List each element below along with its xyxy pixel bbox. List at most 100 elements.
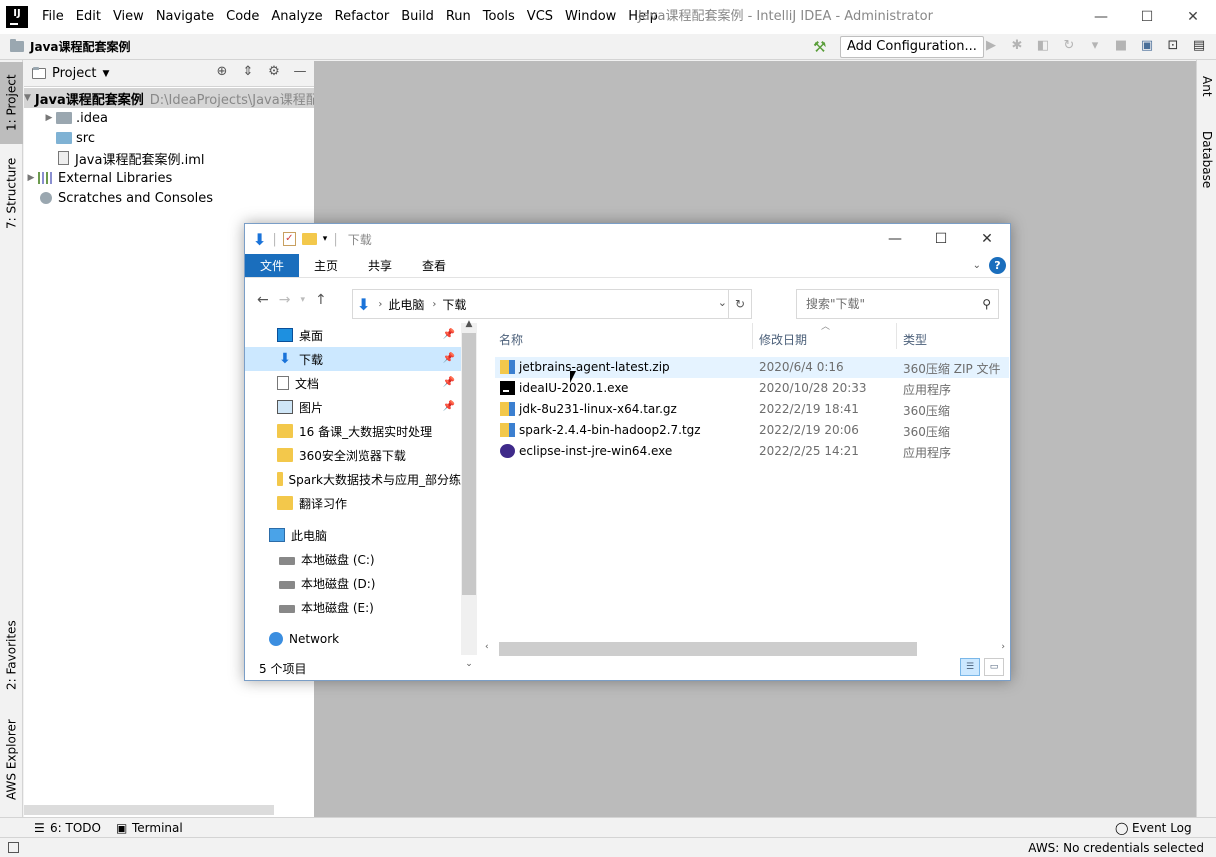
tree-item-external-libraries[interactable]: ▶ External Libraries <box>24 168 314 188</box>
menu-code[interactable]: Code <box>220 0 265 34</box>
chevron-right-icon[interactable]: › <box>378 299 382 310</box>
menu-navigate[interactable]: Navigate <box>150 0 220 34</box>
tab-structure[interactable]: 7: Structure <box>0 152 23 234</box>
debug-icon[interactable]: ✱ <box>1006 38 1028 53</box>
back-arrow-icon[interactable]: ← <box>257 292 269 308</box>
pin-icon[interactable]: 📌 <box>443 401 455 412</box>
more-run-dropdown-icon[interactable]: ▾ <box>1084 38 1106 53</box>
collapsed-arrow-icon[interactable]: ▶ <box>42 113 56 123</box>
tab-ant[interactable]: Ant <box>1197 66 1216 106</box>
project-structure-icon[interactable]: ▣ <box>1136 38 1158 53</box>
search-input[interactable]: 搜索"下载" ⚲ <box>796 289 999 319</box>
scrollbar-thumb[interactable] <box>462 333 476 595</box>
tab-favorites[interactable]: 2: Favorites <box>0 610 23 700</box>
refresh-icon[interactable]: ↻ <box>728 289 752 319</box>
nav-item-folder[interactable]: 翻译习作 <box>245 491 461 515</box>
nav-item-drive-e[interactable]: 本地磁盘 (E:) <box>245 595 477 619</box>
help-icon[interactable]: ? <box>989 257 1006 274</box>
tab-view[interactable]: 查看 <box>407 254 461 277</box>
menu-refactor[interactable]: Refactor <box>329 0 396 34</box>
nav-item-folder[interactable]: 16 备课_大数据实时处理 <box>245 419 461 443</box>
file-list-horizontal-scrollbar[interactable]: ‹ › <box>485 642 1005 656</box>
pin-icon[interactable]: 📌 <box>443 353 455 364</box>
nav-item-folder[interactable]: Spark大数据技术与应用_部分练 <box>245 467 461 491</box>
breadcrumb-downloads[interactable]: 下载 <box>442 296 466 313</box>
collapse-all-icon[interactable]: ⇕ <box>238 64 258 79</box>
scroll-down-icon[interactable]: ⌄ <box>461 659 477 669</box>
new-folder-icon[interactable] <box>301 233 317 245</box>
menu-tools[interactable]: Tools <box>477 0 521 34</box>
explorer-minimize-button[interactable]: — <box>872 224 918 254</box>
breadcrumb[interactable]: Java课程配套案例 <box>10 38 130 55</box>
tree-item-scratches[interactable]: Scratches and Consoles <box>24 188 314 208</box>
table-row[interactable]: eclipse-inst-jre-win64.exe 2022/2/25 14:… <box>495 441 1009 462</box>
nav-item-drive-d[interactable]: 本地磁盘 (D:) <box>245 571 477 595</box>
tab-database[interactable]: Database <box>1197 124 1216 196</box>
properties-icon[interactable]: ✓ <box>282 232 296 246</box>
pin-icon[interactable]: 📌 <box>443 377 455 388</box>
large-icons-view-icon[interactable]: ▭ <box>984 658 1004 676</box>
expand-ribbon-icon[interactable]: ⌄ <box>973 260 981 271</box>
nav-item-network[interactable]: Network <box>245 627 477 651</box>
build-hammer-icon[interactable]: ⚒ <box>813 38 826 56</box>
table-row[interactable]: jdk-8u231-linux-x64.tar.gz 2022/2/19 18:… <box>495 399 1009 420</box>
tab-aws-explorer[interactable]: AWS Explorer <box>0 710 23 810</box>
expanded-arrow-icon[interactable]: ▼ <box>24 93 31 103</box>
horizontal-scrollbar[interactable] <box>24 805 274 815</box>
up-arrow-icon[interactable]: ↑ <box>315 292 327 308</box>
nav-item-desktop[interactable]: 桌面 📌 <box>245 323 477 347</box>
collapsed-arrow-icon[interactable]: ▶ <box>24 173 38 183</box>
tab-todo[interactable]: 6: TODO <box>50 821 101 835</box>
minimize-button[interactable]: — <box>1078 0 1124 34</box>
column-header-date[interactable]: 修改日期 <box>759 331 807 348</box>
stop-icon[interactable]: ■ <box>1110 38 1132 53</box>
table-row[interactable]: spark-2.4.4-bin-hadoop2.7.tgz 2022/2/19 … <box>495 420 1009 441</box>
menu-file[interactable]: File <box>36 0 70 34</box>
nav-item-drive-c[interactable]: 本地磁盘 (C:) <box>245 547 477 571</box>
menu-run[interactable]: Run <box>440 0 477 34</box>
menu-analyze[interactable]: Analyze <box>265 0 328 34</box>
run-icon[interactable]: ▶ <box>980 38 1002 53</box>
menu-build[interactable]: Build <box>395 0 440 34</box>
nav-item-folder[interactable]: 360安全浏览器下载 <box>245 443 461 467</box>
maximize-button[interactable]: ☐ <box>1124 0 1170 34</box>
menu-window[interactable]: Window <box>559 0 622 34</box>
chevron-down-icon[interactable]: ▼ <box>102 69 109 79</box>
locate-file-icon[interactable]: ⊕ <box>212 64 232 79</box>
aws-status[interactable]: AWS: No credentials selected <box>1028 841 1204 855</box>
pin-icon[interactable]: 📌 <box>443 329 455 340</box>
tab-share[interactable]: 共享 <box>353 254 407 277</box>
chevron-down-icon[interactable]: ⌄ <box>718 296 727 309</box>
tree-item-idea[interactable]: ▶ .idea <box>24 108 314 128</box>
nav-item-this-pc[interactable]: 此电脑 <box>245 523 477 547</box>
menu-edit[interactable]: Edit <box>70 0 107 34</box>
tab-terminal[interactable]: Terminal <box>132 821 183 835</box>
forward-arrow-icon[interactable]: → <box>279 292 291 308</box>
coverage-icon[interactable]: ◧ <box>1032 38 1054 53</box>
gear-icon[interactable]: ⚙ <box>264 64 284 79</box>
breadcrumb-this-pc[interactable]: 此电脑 <box>388 296 424 313</box>
toggle-tool-windows-icon[interactable] <box>8 842 19 853</box>
scrollbar-thumb[interactable] <box>499 642 917 656</box>
customize-dropdown-icon[interactable]: ▾ <box>323 234 328 244</box>
close-button[interactable]: ✕ <box>1170 0 1216 34</box>
chevron-right-icon[interactable]: › <box>432 299 436 310</box>
column-header-type[interactable]: 类型 <box>903 331 927 348</box>
search-everywhere-icon[interactable]: ▤ <box>1188 38 1210 53</box>
explorer-maximize-button[interactable]: ☐ <box>918 224 964 254</box>
navigation-pane-scrollbar[interactable]: ▲ ⌄ <box>461 319 477 669</box>
scroll-left-icon[interactable]: ‹ <box>485 642 489 652</box>
nav-item-downloads[interactable]: ⬇ 下载 📌 <box>245 347 461 371</box>
hide-panel-icon[interactable]: — <box>290 64 310 79</box>
tab-project[interactable]: 1: Project <box>0 62 23 144</box>
address-bar[interactable]: ⬇ › 此电脑 › 下载 ⌄ ↻ <box>352 289 752 319</box>
column-header-name[interactable]: 名称 <box>499 331 523 348</box>
project-view-selector[interactable]: Project <box>52 66 96 81</box>
add-configuration-button[interactable]: Add Configuration... <box>840 36 984 58</box>
tab-file[interactable]: 文件 <box>245 254 300 277</box>
presentation-icon[interactable]: ⊡ <box>1162 38 1184 53</box>
profile-icon[interactable]: ↻ <box>1058 38 1080 53</box>
menu-vcs[interactable]: VCS <box>521 0 559 34</box>
nav-item-documents[interactable]: 文档 📌 <box>245 371 477 395</box>
tree-item-src[interactable]: src <box>24 128 314 148</box>
